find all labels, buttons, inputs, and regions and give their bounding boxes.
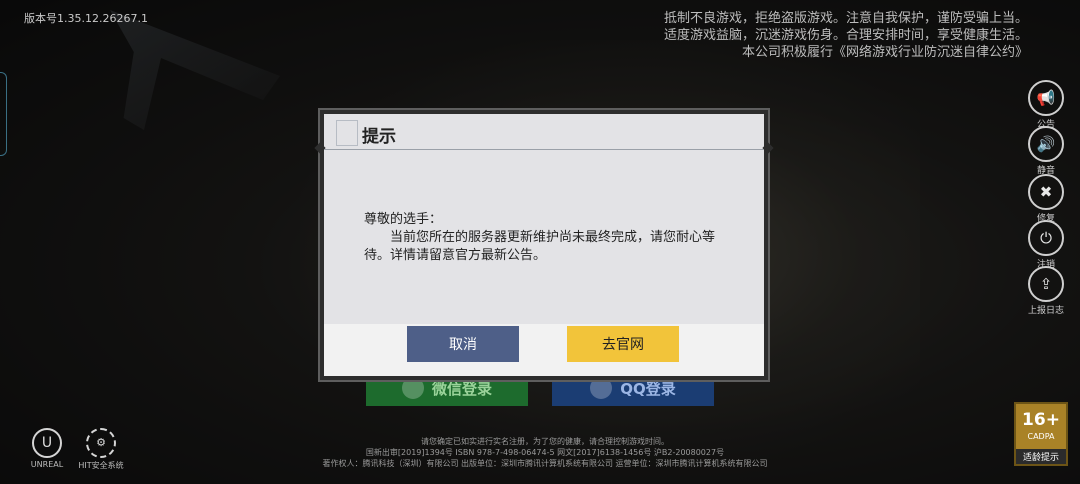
dialog-message: 尊敬的选手： 当前您所在的服务器更新维护尚未最终完成，请您耐心等待。详情请留意官… — [364, 211, 724, 265]
repair-button[interactable]: ✖ 修复 — [1026, 174, 1066, 224]
mute-button[interactable]: 🔊 静音 — [1026, 126, 1066, 176]
official-site-button[interactable]: 去官网 — [567, 326, 679, 362]
speaker-icon: 🔊 — [1028, 126, 1064, 162]
version-label: 版本号1.35.12.26267.1 — [24, 12, 148, 25]
dialog-title-decoration — [336, 120, 358, 146]
side-drawer-handle[interactable] — [0, 72, 7, 156]
upload-log-icon: ⇪ — [1028, 266, 1064, 302]
legal-line: 国新出审[2019]1394号 ISBN 978-7-498-06474-5 网… — [365, 448, 725, 457]
wechat-icon — [401, 377, 424, 399]
notice-line: 本公司积极履行《网络游戏行业防沉迷自律公约》 — [741, 45, 1028, 60]
unreal-icon: U — [32, 428, 62, 458]
dialog-message-text: 当前您所在的服务器更新维护尚未最终完成，请您耐心等待。详情请留意官方最新公告。 — [364, 230, 716, 263]
qq-login-label: QQ登录 — [620, 379, 676, 398]
dialog-footer — [324, 324, 764, 376]
report-log-label: 上报日志 — [1027, 306, 1064, 316]
anti-addiction-notice: 抵制不良游戏，拒绝盗版游戏。注意自我保护，谨防受骗上当。 适度游戏益脑，沉迷游戏… — [664, 10, 1028, 61]
legal-line: 请您确定已如实进行实名注册，为了您的健康，请合理控制游戏时间。 — [421, 437, 669, 446]
hit-shield-icon: ⚙ — [86, 428, 116, 458]
wechat-login-label: 微信登录 — [431, 379, 492, 398]
age-rating-subtitle: CADPA — [1027, 432, 1055, 441]
notice-dialog: 提示 尊敬的选手： 当前您所在的服务器更新维护尚未最终完成，请您耐心等待。详情请… — [314, 110, 774, 380]
age-rating-badge[interactable]: 16+ CADPA 适龄提示 — [1014, 402, 1068, 466]
dialog-greeting: 尊敬的选手： — [364, 212, 443, 227]
legal-line: 著作权人：腾讯科技（深圳）有限公司 出版单位：深圳市腾讯计算机系统有限公司 运营… — [322, 459, 768, 468]
report-log-button[interactable]: ⇪ 上报日志 — [1026, 266, 1066, 316]
notice-line: 适度游戏益脑，沉迷游戏伤身。合理安排时间，享受健康生活。 — [663, 28, 1028, 43]
wrench-icon: ✖ — [1028, 174, 1064, 210]
dialog-title: 提示 — [362, 127, 396, 147]
logout-button[interactable]: ⏻ 注销 — [1026, 220, 1066, 270]
announcement-button[interactable]: 📢 公告 — [1026, 80, 1066, 130]
age-rating-caption: 适龄提示 — [1016, 449, 1066, 464]
hit-security-logo: ⚙ HIT安全系统 — [76, 428, 126, 471]
age-rating-value: 16+ — [1022, 410, 1060, 430]
dialog-header: 提示 — [324, 114, 764, 150]
unreal-logo: U UNREAL — [22, 428, 72, 469]
hit-logo-text: HIT安全系统 — [78, 461, 124, 470]
qq-icon — [590, 377, 613, 399]
notice-line: 抵制不良游戏，拒绝盗版游戏。注意自我保护，谨防受骗上当。 — [663, 11, 1028, 26]
megaphone-icon: 📢 — [1028, 80, 1064, 116]
cancel-button[interactable]: 取消 — [407, 326, 519, 362]
unreal-logo-text: UNREAL — [30, 460, 64, 469]
power-icon: ⏻ — [1028, 220, 1064, 256]
